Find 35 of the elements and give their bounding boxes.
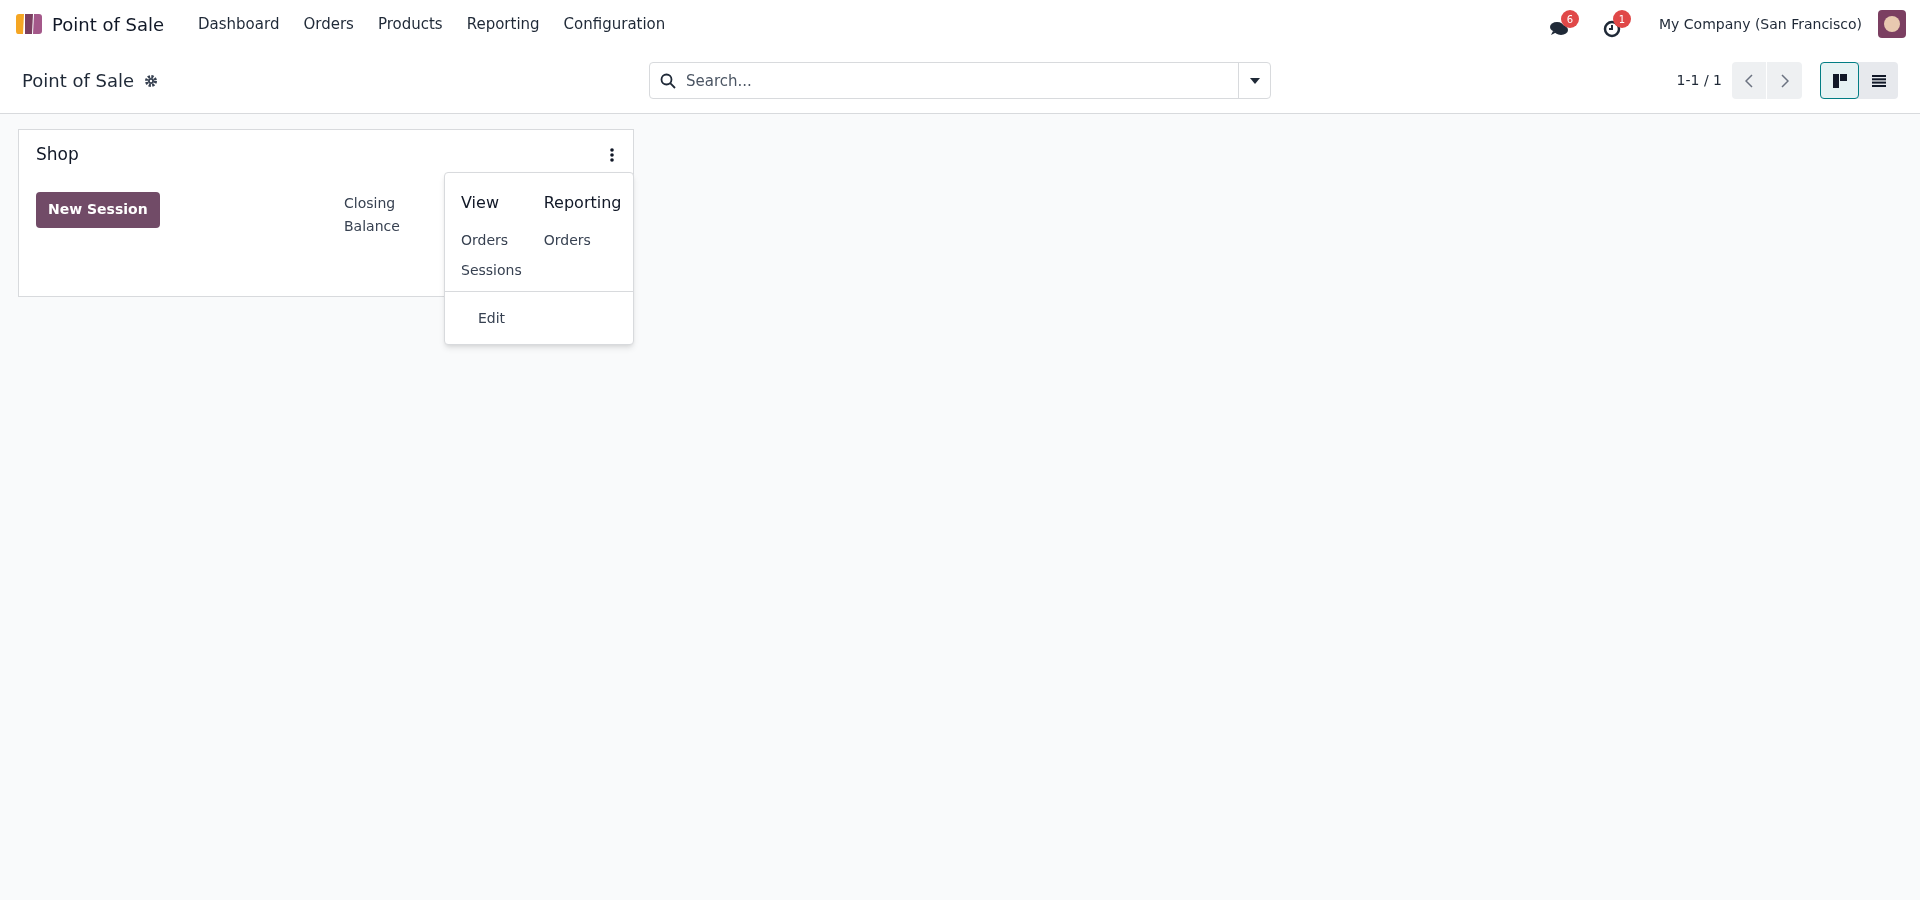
menu-section-heading: View — [461, 192, 500, 214]
view-switch-button[interactable] — [1820, 62, 1859, 99]
menu-item[interactable]: Dashboard — [186, 12, 292, 36]
message-count-badge: 6 — [1561, 10, 1580, 28]
company-name[interactable]: My Company (San Francisco) — [1659, 13, 1862, 35]
chevron-right-icon — [1780, 73, 1789, 88]
menu-section-heading: Reporting — [543, 192, 622, 214]
caret-icon — [1249, 77, 1260, 84]
menu-item[interactable]: Products — [365, 12, 455, 36]
kanban-view-icon — [1832, 73, 1847, 88]
list-view-icon — [1871, 74, 1886, 87]
avatar-icon[interactable] — [1878, 10, 1906, 38]
chevron-left-icon — [1745, 73, 1753, 88]
new-session-button[interactable]: New Session — [36, 191, 160, 228]
dropdown-item[interactable]: Sessions — [461, 255, 522, 285]
card-title: Shop — [36, 143, 79, 166]
page-title: Point of Sale — [22, 69, 135, 93]
app-logo-icon[interactable] — [14, 13, 44, 35]
dropdown-item[interactable]: Edit — [478, 304, 600, 332]
search-icon — [660, 72, 676, 89]
activities-button[interactable]: 1 — [1603, 10, 1632, 38]
pager-value: 1-1 / 1 — [1676, 71, 1722, 90]
activity-count-badge: 1 — [1613, 10, 1632, 28]
dropdown-item[interactable]: Orders — [543, 225, 622, 255]
closing-balance-label: Closing Balance — [344, 193, 401, 236]
dropdown-item[interactable]: Orders — [461, 225, 522, 255]
card-menu-button[interactable] — [608, 147, 616, 162]
menu-item[interactable]: Configuration — [551, 12, 678, 36]
kebab-menu-icon — [610, 147, 614, 162]
menu-item[interactable]: Orders — [291, 12, 366, 36]
gear-icon[interactable] — [144, 73, 159, 88]
clock-icon — [1603, 20, 1622, 38]
menu-item[interactable]: Reporting — [454, 12, 552, 36]
messages-button[interactable]: 6 — [1549, 10, 1580, 38]
app-name[interactable]: Point of Sale — [52, 10, 165, 38]
